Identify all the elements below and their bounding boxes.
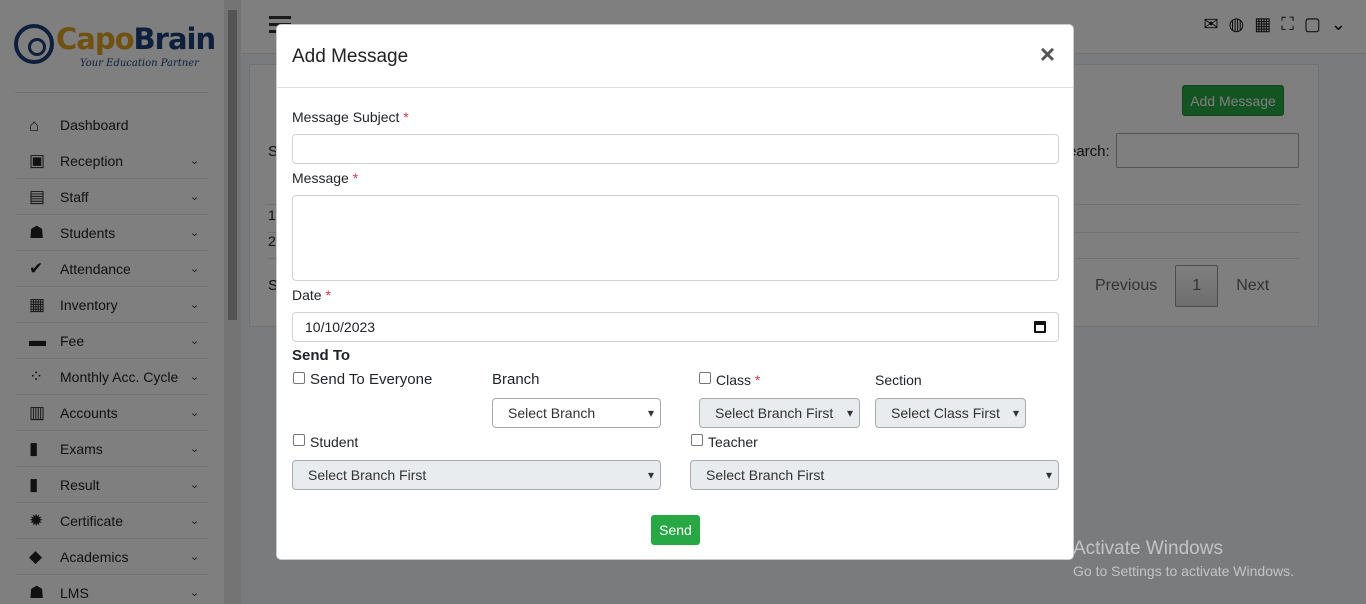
date-value: 10/10/2023 (305, 319, 376, 335)
student-select[interactable]: Select Branch First ▾ (292, 460, 661, 490)
date-input[interactable]: 10/10/2023 (292, 312, 1059, 342)
app: CapoBrain Your Education Partner ⌂Dashbo… (0, 0, 1366, 604)
class-label: Class * (716, 372, 760, 388)
teacher-select[interactable]: Select Branch First ▾ (690, 460, 1059, 490)
student-select-value: Select Branch First (308, 467, 427, 483)
send-to-heading: Send To (292, 347, 351, 364)
branch-select[interactable]: Select Branch ▾ (492, 398, 661, 428)
required-mark: * (754, 372, 761, 388)
chevron-down-icon: ▾ (647, 468, 654, 482)
teacher-checkbox[interactable] (691, 434, 703, 446)
watermark-title: Activate Windows (1073, 538, 1223, 559)
branch-label: Branch (492, 371, 540, 388)
send-to-everyone-label: Send To Everyone (310, 371, 433, 388)
send-button[interactable]: Send (651, 515, 700, 545)
windows-activation-watermark: Activate Windows Go to Settings to activ… (1073, 538, 1294, 579)
required-mark: * (403, 109, 409, 125)
section-select[interactable]: Select Class First ▾ (875, 398, 1026, 428)
student-checkbox[interactable] (293, 434, 305, 446)
class-checkbox[interactable] (699, 372, 711, 384)
class-select[interactable]: Select Branch First ▾ (699, 398, 860, 428)
section-label: Section (875, 372, 922, 388)
chevron-down-icon: ▾ (647, 406, 654, 420)
modal-title: Add Message (292, 46, 409, 67)
class-select-value: Select Branch First (715, 405, 834, 421)
message-label: Message * (292, 170, 358, 186)
add-message-modal: Add Message × Message Subject * Message … (276, 24, 1074, 560)
close-icon[interactable]: × (1040, 41, 1055, 67)
modal-header: Add Message × (277, 25, 1073, 88)
send-to-everyone-checkbox[interactable] (293, 372, 305, 384)
student-label: Student (310, 434, 359, 450)
required-mark: * (325, 287, 331, 303)
date-label: Date * (292, 287, 331, 303)
message-subject-label-text: Message Subject (292, 109, 400, 125)
message-textarea[interactable] (292, 195, 1059, 281)
class-label-text: Class (716, 372, 752, 388)
calendar-icon[interactable] (1034, 321, 1046, 333)
message-label-text: Message (292, 170, 349, 186)
date-label-text: Date (292, 287, 322, 303)
chevron-down-icon: ▾ (1012, 406, 1019, 420)
message-subject-label: Message Subject * (292, 109, 409, 125)
watermark-subtitle: Go to Settings to activate Windows. (1073, 563, 1294, 579)
chevron-down-icon: ▾ (1045, 468, 1052, 482)
chevron-down-icon: ▾ (846, 406, 853, 420)
required-mark: * (352, 170, 359, 186)
branch-select-value: Select Branch (508, 405, 596, 421)
teacher-select-value: Select Branch First (706, 467, 825, 483)
section-select-value: Select Class First (891, 405, 1000, 421)
message-subject-input[interactable] (292, 134, 1059, 164)
teacher-label: Teacher (708, 434, 758, 450)
